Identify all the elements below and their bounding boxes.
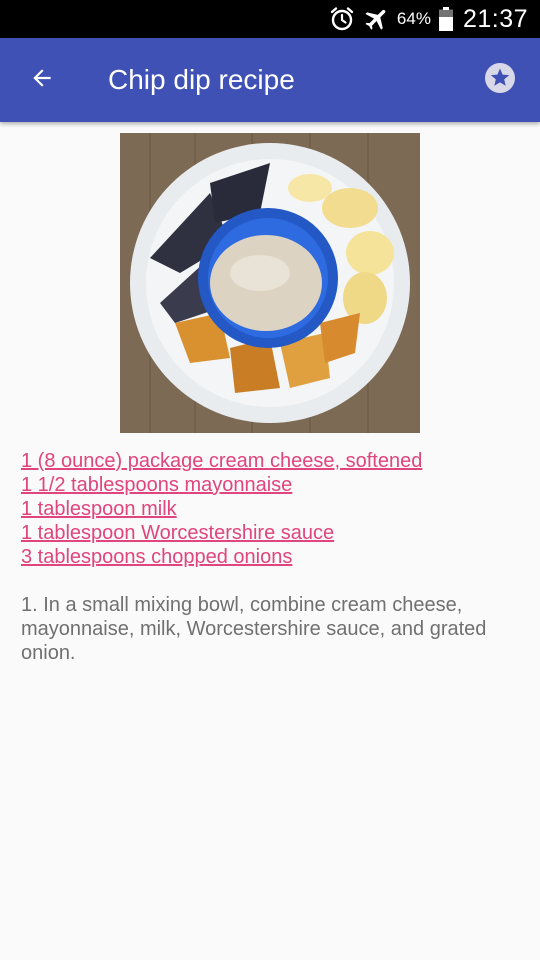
- page-title: Chip dip recipe: [108, 64, 295, 95]
- battery-percentage: 64%: [396, 9, 431, 28]
- ingredient-link[interactable]: 1 (8 ounce) package cream cheese, soften…: [21, 449, 519, 473]
- star-icon: [484, 62, 516, 99]
- arrow-back-icon: [29, 65, 55, 96]
- ingredient-link[interactable]: 1 tablespoon milk: [21, 497, 519, 521]
- airplane-mode-icon: [363, 5, 391, 33]
- status-clock: 21:37: [462, 4, 528, 33]
- status-bar: 64% 21:37: [0, 0, 540, 38]
- app-toolbar: Chip dip recipe: [0, 38, 540, 122]
- recipe-image: [120, 133, 420, 433]
- instruction-list: 1. In a small mixing bowl, combine cream…: [21, 593, 519, 665]
- ingredient-link[interactable]: 1 tablespoon Worcestershire sauce: [21, 521, 519, 545]
- instruction-step: 1. In a small mixing bowl, combine cream…: [21, 594, 487, 664]
- ingredient-link[interactable]: 1 1/2 tablespoons mayonnaise: [21, 473, 519, 497]
- back-button[interactable]: [12, 50, 72, 110]
- alarm-icon: [329, 6, 355, 32]
- ingredient-link[interactable]: 3 tablespoons chopped onions: [21, 545, 519, 569]
- battery-icon: [438, 7, 453, 31]
- favorite-button[interactable]: [480, 60, 520, 100]
- recipe-content: 1 (8 ounce) package cream cheese, soften…: [0, 133, 540, 665]
- ingredient-list: 1 (8 ounce) package cream cheese, soften…: [21, 449, 519, 569]
